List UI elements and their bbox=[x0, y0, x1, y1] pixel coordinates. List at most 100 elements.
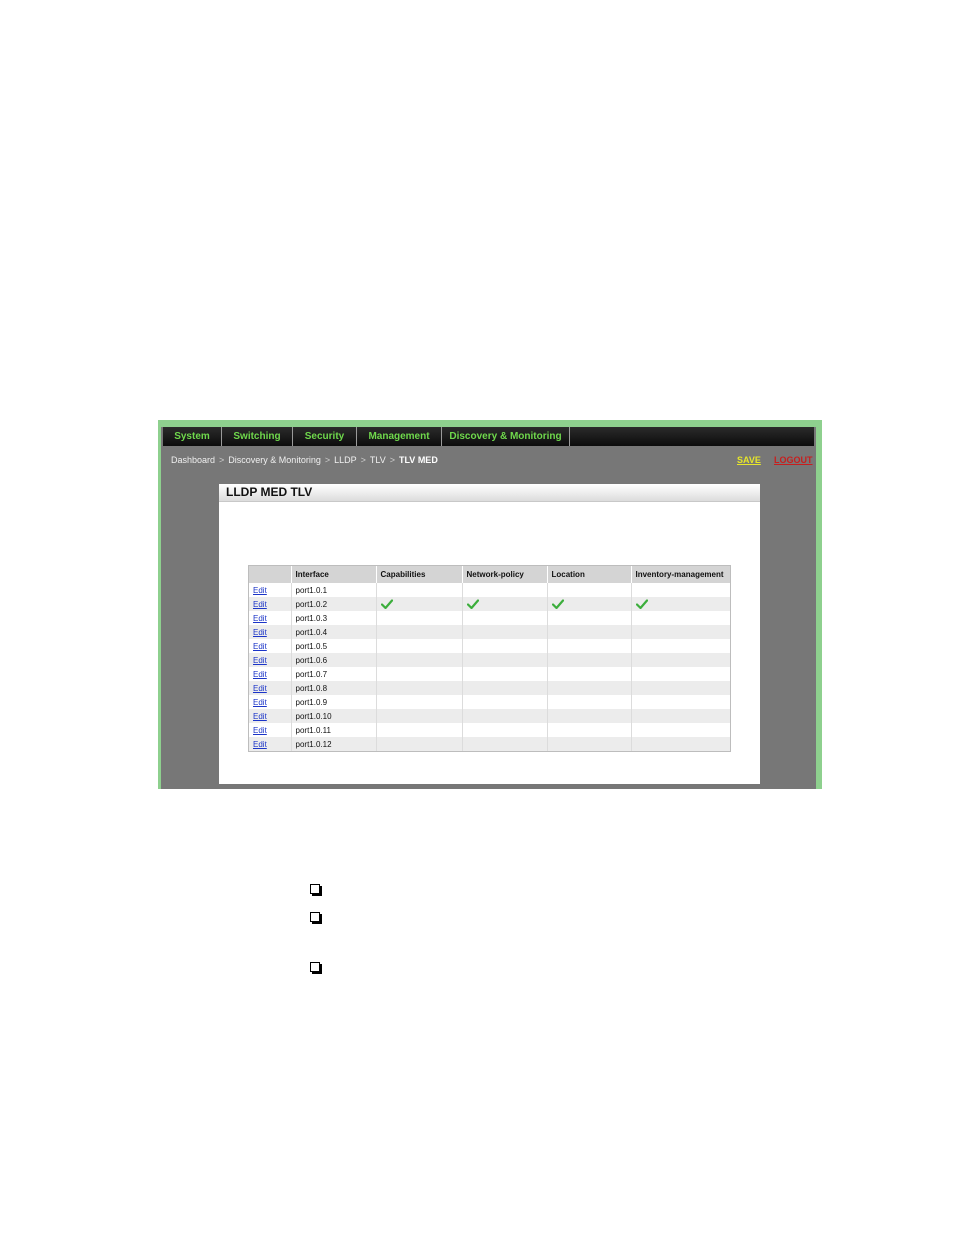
check-mark-icon bbox=[635, 599, 648, 609]
save-link[interactable]: SAVE bbox=[737, 455, 761, 465]
breadcrumb-separator: > bbox=[389, 455, 395, 465]
column-header-location: Location bbox=[546, 566, 631, 583]
edit-link[interactable]: Edit bbox=[253, 586, 267, 595]
location-cell bbox=[546, 639, 631, 653]
interface-cell: port1.0.11 bbox=[290, 723, 376, 737]
location-cell bbox=[546, 583, 631, 597]
edit-link[interactable]: Edit bbox=[253, 698, 267, 707]
location-cell bbox=[546, 597, 631, 611]
breadcrumb-separator: > bbox=[360, 455, 366, 465]
column-header-inventory-management: Inventory-management bbox=[630, 566, 730, 583]
table-row: Edit port1.0.5 bbox=[249, 639, 730, 653]
network-policy-cell bbox=[461, 681, 547, 695]
nav-tab-security[interactable]: Security bbox=[293, 427, 357, 446]
column-header-network-policy: Network-policy bbox=[461, 566, 547, 583]
edit-cell: Edit bbox=[249, 723, 291, 737]
network-policy-cell bbox=[461, 737, 547, 751]
tlv-table-container: Interface Capabilities Network-policy Lo… bbox=[248, 565, 731, 752]
edit-cell: Edit bbox=[249, 625, 291, 639]
edit-link[interactable]: Edit bbox=[253, 656, 267, 665]
edit-cell: Edit bbox=[249, 611, 291, 625]
checkbox-bullet-icon bbox=[310, 962, 320, 972]
check-mark-icon bbox=[380, 599, 393, 609]
edit-link[interactable]: Edit bbox=[253, 684, 267, 693]
content-panel: LLDP MED TLV Interface Capabilities Netw… bbox=[219, 484, 760, 784]
interface-cell: port1.0.9 bbox=[290, 695, 376, 709]
nav-tab-discovery-monitoring[interactable]: Discovery & Monitoring bbox=[442, 427, 570, 446]
table-body: Edit port1.0.1 Edit port1.0.2 Edit port1.0.3 E… bbox=[249, 583, 730, 751]
inventory-management-cell bbox=[630, 583, 730, 597]
network-policy-cell bbox=[461, 597, 547, 611]
inventory-management-cell bbox=[630, 709, 730, 723]
edit-link[interactable]: Edit bbox=[253, 712, 267, 721]
location-cell bbox=[546, 653, 631, 667]
table-row: Edit port1.0.12 bbox=[249, 737, 730, 751]
interface-cell: port1.0.8 bbox=[290, 681, 376, 695]
edit-cell: Edit bbox=[249, 597, 291, 611]
location-cell bbox=[546, 667, 631, 681]
inventory-management-cell bbox=[630, 723, 730, 737]
network-policy-cell bbox=[461, 639, 547, 653]
breadcrumb: Dashboard > Discovery & Monitoring > LLDP > TL… bbox=[171, 455, 438, 465]
network-policy-cell bbox=[461, 653, 547, 667]
network-policy-cell bbox=[461, 611, 547, 625]
capabilities-cell bbox=[375, 625, 462, 639]
nav-tab-system[interactable]: System bbox=[163, 427, 222, 446]
table-row: Edit port1.0.3 bbox=[249, 611, 730, 625]
breadcrumb-separator: > bbox=[219, 455, 225, 465]
inventory-management-cell bbox=[630, 611, 730, 625]
page-title: LLDP MED TLV bbox=[219, 484, 760, 502]
breadcrumb-separator: > bbox=[324, 455, 331, 465]
interface-cell: port1.0.7 bbox=[290, 667, 376, 681]
breadcrumb-item-dashboard[interactable]: Dashboard bbox=[171, 455, 215, 465]
table-row: Edit port1.0.9 bbox=[249, 695, 730, 709]
edit-cell: Edit bbox=[249, 653, 291, 667]
logout-link[interactable]: LOGOUT bbox=[774, 455, 813, 465]
app-window: System Switching Security Management Dis… bbox=[161, 427, 816, 789]
main-nav: System Switching Security Management Dis… bbox=[163, 427, 814, 446]
edit-link[interactable]: Edit bbox=[253, 740, 267, 749]
nav-tab-switching[interactable]: Switching bbox=[222, 427, 293, 446]
capabilities-cell bbox=[375, 723, 462, 737]
edit-link[interactable]: Edit bbox=[253, 670, 267, 679]
breadcrumb-item-tlv[interactable]: TLV bbox=[370, 455, 386, 465]
capabilities-cell bbox=[375, 667, 462, 681]
interface-cell: port1.0.1 bbox=[290, 583, 376, 597]
edit-cell: Edit bbox=[249, 737, 291, 751]
edit-link[interactable]: Edit bbox=[253, 726, 267, 735]
network-policy-cell bbox=[461, 723, 547, 737]
breadcrumb-item-discovery[interactable]: Discovery & Monitoring bbox=[228, 455, 321, 465]
table-row: Edit port1.0.10 bbox=[249, 709, 730, 723]
interface-cell: port1.0.10 bbox=[290, 709, 376, 723]
breadcrumb-item-lldp[interactable]: LLDP bbox=[334, 455, 357, 465]
capabilities-cell bbox=[375, 597, 462, 611]
location-cell bbox=[546, 625, 631, 639]
checkbox-bullet-icon bbox=[310, 912, 320, 922]
column-header-interface: Interface bbox=[290, 566, 376, 583]
location-cell bbox=[546, 695, 631, 709]
edit-cell: Edit bbox=[249, 639, 291, 653]
edit-cell: Edit bbox=[249, 695, 291, 709]
network-policy-cell bbox=[461, 695, 547, 709]
capabilities-cell bbox=[375, 639, 462, 653]
location-cell bbox=[546, 681, 631, 695]
nav-tab-management[interactable]: Management bbox=[357, 427, 442, 446]
interface-cell: port1.0.2 bbox=[290, 597, 376, 611]
inventory-management-cell bbox=[630, 667, 730, 681]
check-mark-icon bbox=[551, 599, 564, 609]
capabilities-cell bbox=[375, 695, 462, 709]
column-header-capabilities: Capabilities bbox=[375, 566, 462, 583]
network-policy-cell bbox=[461, 625, 547, 639]
interface-cell: port1.0.5 bbox=[290, 639, 376, 653]
capabilities-cell bbox=[375, 583, 462, 597]
edit-link[interactable]: Edit bbox=[253, 642, 267, 651]
checkbox-bullet-icon bbox=[310, 884, 320, 894]
capabilities-cell bbox=[375, 709, 462, 723]
inventory-management-cell bbox=[630, 597, 730, 611]
edit-link[interactable]: Edit bbox=[253, 600, 267, 609]
edit-link[interactable]: Edit bbox=[253, 628, 267, 637]
edit-cell: Edit bbox=[249, 681, 291, 695]
edit-link[interactable]: Edit bbox=[253, 614, 267, 623]
table-row: Edit port1.0.7 bbox=[249, 667, 730, 681]
location-cell bbox=[546, 709, 631, 723]
